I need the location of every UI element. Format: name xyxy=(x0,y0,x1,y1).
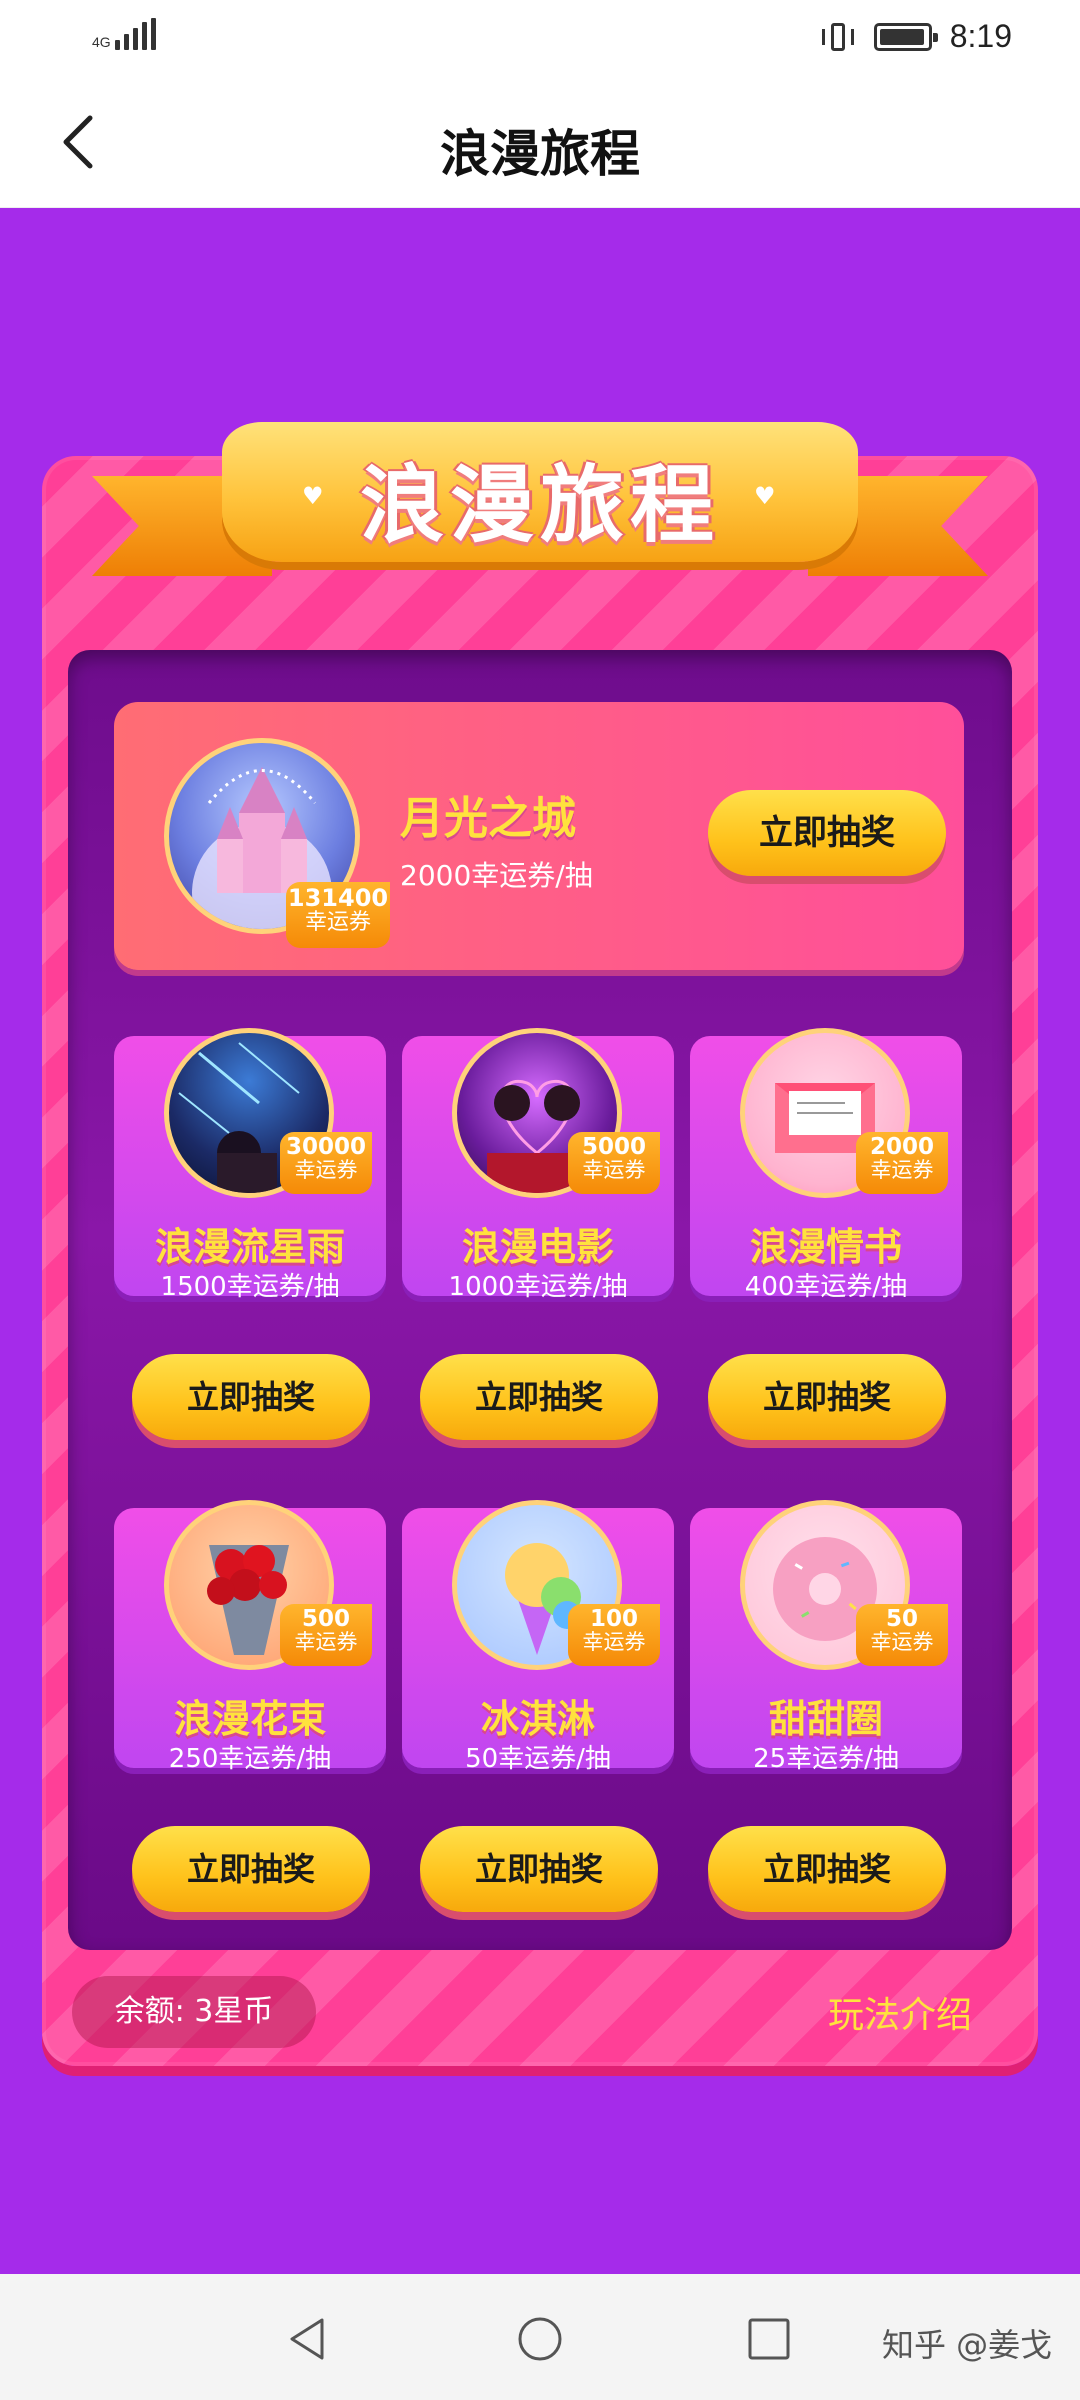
back-triangle-icon[interactable] xyxy=(282,2314,332,2364)
draw-button[interactable]: 立即抽奖 xyxy=(708,1826,946,1912)
badge-unit: 幸运券 xyxy=(582,1630,646,1655)
prize-card: 500 幸运券 浪漫花束 250幸运券/抽 xyxy=(114,1500,386,1774)
reward-badge: 5000 幸运券 xyxy=(568,1132,660,1194)
badge-unit: 幸运券 xyxy=(294,1630,358,1655)
prize-card: 100 幸运券 冰淇淋 50幸运券/抽 xyxy=(402,1500,674,1774)
balance-display: 余额: 3星币 xyxy=(72,1976,316,2048)
badge-value: 5000 xyxy=(581,1134,646,1160)
system-nav-bar: 知乎 @姜戈 xyxy=(0,2274,1080,2400)
status-bar: 4G 8:19 xyxy=(0,0,1080,76)
prize-name: 浪漫电影 xyxy=(461,1225,614,1269)
title-ribbon: 浪漫旅程 ♥ ♥ xyxy=(92,414,988,610)
badge-value: 100 xyxy=(589,1606,638,1632)
signal-strength-icon xyxy=(114,18,156,50)
draw-button[interactable]: 立即抽奖 xyxy=(132,1354,370,1440)
badge-value: 30000 xyxy=(285,1134,367,1160)
prize-price: 1500幸运券/抽 xyxy=(160,1272,340,1302)
draw-button[interactable]: 立即抽奖 xyxy=(708,790,946,876)
prize-price: 1000幸运券/抽 xyxy=(448,1272,628,1302)
prize-card: 30000 幸运券 浪漫流星雨 1500幸运券/抽 xyxy=(114,1028,386,1302)
prize-price: 2000幸运券/抽 xyxy=(400,859,593,892)
prize-card: 50 幸运券 甜甜圈 25幸运券/抽 xyxy=(690,1500,962,1774)
home-circle-icon[interactable] xyxy=(515,2314,565,2364)
reward-badge: 50 幸运券 xyxy=(856,1604,948,1666)
draw-button[interactable]: 立即抽奖 xyxy=(420,1354,658,1440)
clock: 8:19 xyxy=(949,18,1012,54)
nav-header: 浪漫旅程 xyxy=(0,76,1080,208)
reward-badge: 2000 幸运券 xyxy=(856,1132,948,1194)
prize-name: 浪漫流星雨 xyxy=(154,1225,345,1269)
vibrate-icon xyxy=(820,19,856,55)
prize-price: 50幸运券/抽 xyxy=(465,1744,611,1774)
badge-unit: 幸运券 xyxy=(582,1158,646,1183)
prize-name: 甜甜圈 xyxy=(768,1697,883,1741)
watermark: 知乎 @姜戈 xyxy=(882,2326,1053,2364)
reward-badge: 500 幸运券 xyxy=(280,1604,372,1666)
reward-badge: 131400 幸运券 xyxy=(286,882,390,948)
page-title: 浪漫旅程 xyxy=(440,125,640,183)
featured-prize-card: 131400 幸运券 月光之城 2000幸运券/抽 立即抽奖 xyxy=(114,702,964,970)
badge-unit: 幸运券 xyxy=(870,1158,934,1183)
rules-link[interactable]: 玩法介绍 xyxy=(828,1986,972,2038)
draw-button[interactable]: 立即抽奖 xyxy=(132,1826,370,1912)
prize-price: 25幸运券/抽 xyxy=(753,1744,899,1774)
badge-value: 2000 xyxy=(869,1134,934,1160)
prize-card: 2000 幸运券 浪漫情书 400幸运券/抽 xyxy=(690,1028,962,1302)
badge-value: 131400 xyxy=(287,884,389,912)
badge-value: 500 xyxy=(301,1606,350,1632)
prize-price: 250幸运券/抽 xyxy=(168,1744,332,1774)
status-icons: 8:19 xyxy=(820,18,1012,55)
signal-group: 4G xyxy=(92,18,156,50)
badge-value: 50 xyxy=(885,1606,918,1632)
battery-icon xyxy=(873,22,938,51)
badge-unit: 幸运券 xyxy=(304,910,371,936)
prize-name: 月光之城 xyxy=(400,793,576,844)
badge-unit: 幸运券 xyxy=(870,1630,934,1655)
draw-button[interactable]: 立即抽奖 xyxy=(708,1354,946,1440)
prize-name: 浪漫情书 xyxy=(749,1225,902,1269)
prize-card: 5000 幸运券 浪漫电影 1000幸运券/抽 xyxy=(402,1028,674,1302)
reward-badge: 30000 幸运券 xyxy=(280,1132,372,1194)
draw-button[interactable]: 立即抽奖 xyxy=(420,1826,658,1912)
prize-price: 400幸运券/抽 xyxy=(744,1272,908,1302)
recents-square-icon[interactable] xyxy=(744,2314,794,2364)
prize-name: 冰淇淋 xyxy=(480,1697,595,1741)
prize-name: 浪漫花束 xyxy=(173,1697,326,1741)
heart-icon: ♥ xyxy=(754,482,776,510)
badge-unit: 幸运券 xyxy=(294,1158,358,1183)
heart-icon: ♥ xyxy=(302,482,324,510)
network-type: 4G xyxy=(92,34,111,50)
reward-badge: 100 幸运券 xyxy=(568,1604,660,1666)
